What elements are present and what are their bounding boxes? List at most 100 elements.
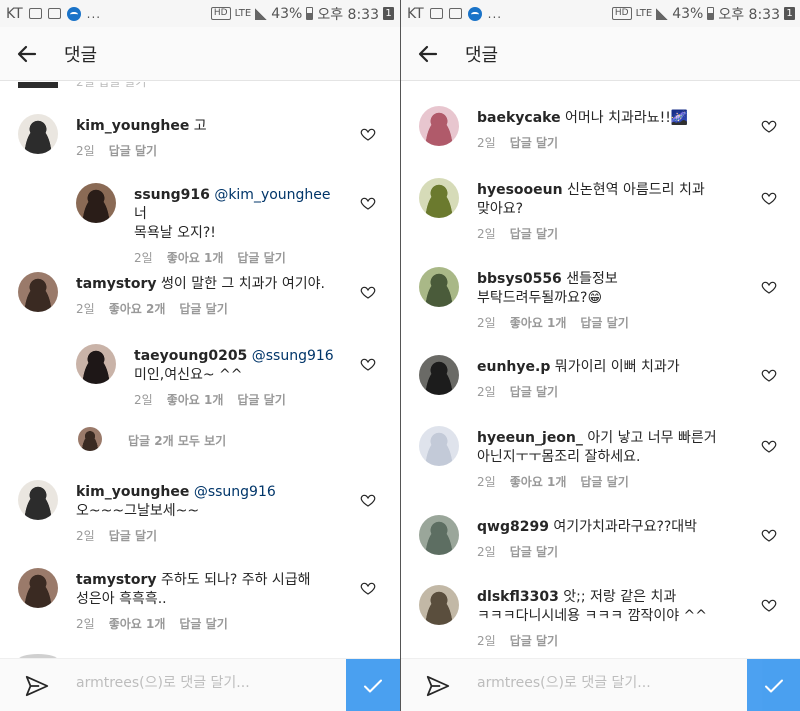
avatar[interactable]: [419, 178, 459, 218]
comment-time: 2일: [134, 393, 153, 407]
avatar[interactable]: [18, 480, 58, 520]
avatar[interactable]: [419, 585, 459, 625]
hd-voice-icon: HD: [210, 7, 231, 20]
heart-icon[interactable]: [360, 356, 376, 372]
avatar[interactable]: [419, 515, 459, 555]
comment-list[interactable]: 2일 답글 달기 kim_younghee 고 2일 답글 달기 ssung91…: [0, 82, 400, 658]
view-all-replies-label[interactable]: 답글 2개 모두 보기: [128, 432, 226, 449]
comment-text-line2: 성은아 흑흑흑..: [76, 591, 167, 607]
comment-username[interactable]: hyeeun_jeon_: [477, 430, 583, 446]
reply-button[interactable]: 답글 달기: [109, 142, 157, 161]
reply-button[interactable]: 답글 달기: [237, 391, 285, 410]
likes-count[interactable]: 좋아요 1개: [167, 249, 224, 268]
avatar[interactable]: [18, 114, 58, 154]
heart-icon[interactable]: [360, 580, 376, 596]
comment-time: 2일: [477, 634, 496, 648]
heart-icon[interactable]: [360, 126, 376, 142]
avatar[interactable]: [18, 568, 58, 608]
signal-icon: [255, 7, 268, 20]
reply-button[interactable]: 답글 달기: [179, 615, 227, 634]
comment-text-line2: 맞아요?: [477, 201, 524, 217]
mention-link[interactable]: @ssung916: [252, 348, 334, 364]
heart-icon[interactable]: [761, 367, 777, 383]
comment-username[interactable]: dlskfl3303: [477, 589, 559, 605]
gallery-notification-icon: [28, 8, 42, 19]
post-comment-button[interactable]: [747, 659, 800, 711]
notification-count-badge: 1: [383, 7, 394, 20]
avatar[interactable]: [18, 272, 58, 312]
comment-username[interactable]: tamystory: [76, 572, 157, 588]
avatar[interactable]: [76, 344, 116, 384]
reply-button[interactable]: 답글 달기: [510, 632, 558, 651]
comment-text: 너: [134, 206, 147, 222]
comments-screen-right: KT ... HD LTE 43% 오후 8:33 1 댓글 baekycake…: [401, 0, 800, 711]
comment-list[interactable]: baekycake 어머나 치과라뇨!!🌌 2일 답글 달기 hyesooeun…: [401, 82, 800, 658]
comment-username[interactable]: bbsys0556: [477, 271, 562, 287]
app-notification-icon: [66, 6, 81, 21]
reply-button[interactable]: 답글 달기: [510, 543, 558, 562]
avatar[interactable]: [419, 426, 459, 466]
app-bar: 댓글: [0, 27, 400, 81]
comment-composer: [0, 658, 400, 711]
carrier-label: KT: [407, 5, 424, 22]
comment-username[interactable]: hyesooeun: [477, 182, 563, 198]
heart-icon[interactable]: [761, 118, 777, 134]
reply-button[interactable]: 답글 달기: [179, 300, 227, 319]
comment-time: 2일: [477, 545, 496, 559]
comment-text: 주하도 되나? 주하 시급해: [156, 572, 311, 588]
comment-username[interactable]: ssung916: [134, 187, 210, 203]
mention-link[interactable]: @kim_younghee: [214, 187, 330, 203]
reply-button[interactable]: 답글 달기: [109, 527, 157, 546]
likes-count[interactable]: 좋아요 1개: [510, 314, 567, 333]
comment-input[interactable]: [76, 675, 336, 691]
battery-percent: 43%: [271, 5, 303, 22]
likes-count[interactable]: 좋아요 1개: [167, 391, 224, 410]
likes-count[interactable]: 좋아요 2개: [109, 300, 166, 319]
heart-icon[interactable]: [761, 597, 777, 613]
comment-time: 2일: [134, 251, 153, 265]
likes-count[interactable]: 좋아요 1개: [109, 615, 166, 634]
comment-time: 2일: [477, 475, 496, 489]
checkmark-icon: [361, 674, 385, 698]
post-comment-button[interactable]: [346, 659, 400, 711]
mention-link[interactable]: @ssung916: [194, 484, 276, 500]
avatar[interactable]: [419, 106, 459, 146]
comment-username[interactable]: baekycake: [477, 110, 561, 126]
likes-count[interactable]: 좋아요 1개: [510, 473, 567, 492]
heart-icon[interactable]: [761, 279, 777, 295]
comment-username[interactable]: kim_younghee: [76, 118, 189, 134]
avatar[interactable]: [76, 183, 116, 223]
heart-icon[interactable]: [761, 190, 777, 206]
battery-percent: 43%: [672, 5, 704, 22]
view-all-replies[interactable]: 답글 2개 모두 보기: [0, 427, 400, 455]
heart-icon[interactable]: [360, 284, 376, 300]
avatar[interactable]: [18, 82, 58, 88]
reply-button[interactable]: 답글 달기: [510, 134, 558, 153]
direct-send-icon[interactable]: [425, 673, 451, 699]
reply-button[interactable]: 답글 달기: [237, 249, 285, 268]
avatar[interactable]: [419, 355, 459, 395]
comment-text-line2: 오~~~그날보세~~: [76, 503, 200, 519]
comment-username[interactable]: qwg8299: [477, 519, 549, 535]
comments-screen-left: KT ... HD LTE 43% 오후 8:33 1 댓글 2일 답글 달기: [0, 0, 400, 711]
lte-icon: LTE: [635, 7, 653, 19]
hd-voice-icon: HD: [611, 7, 632, 20]
comment-username[interactable]: taeyoung0205: [134, 348, 247, 364]
reply-button[interactable]: 답글 달기: [510, 383, 558, 402]
reply-button[interactable]: 답글 달기: [580, 314, 628, 333]
heart-icon[interactable]: [761, 527, 777, 543]
direct-send-icon[interactable]: [24, 673, 50, 699]
back-arrow-icon[interactable]: [401, 27, 455, 81]
comment-username[interactable]: eunhye.p: [477, 359, 550, 375]
comment-username[interactable]: tamystory: [76, 276, 157, 292]
reply-button[interactable]: 답글 달기: [510, 225, 558, 244]
avatar[interactable]: [419, 267, 459, 307]
heart-icon[interactable]: [360, 195, 376, 211]
avatar: [78, 427, 102, 451]
back-arrow-icon[interactable]: [0, 27, 54, 81]
heart-icon[interactable]: [761, 438, 777, 454]
comment-input[interactable]: [477, 675, 737, 691]
comment-username[interactable]: kim_younghee: [76, 484, 189, 500]
reply-button[interactable]: 답글 달기: [580, 473, 628, 492]
heart-icon[interactable]: [360, 492, 376, 508]
